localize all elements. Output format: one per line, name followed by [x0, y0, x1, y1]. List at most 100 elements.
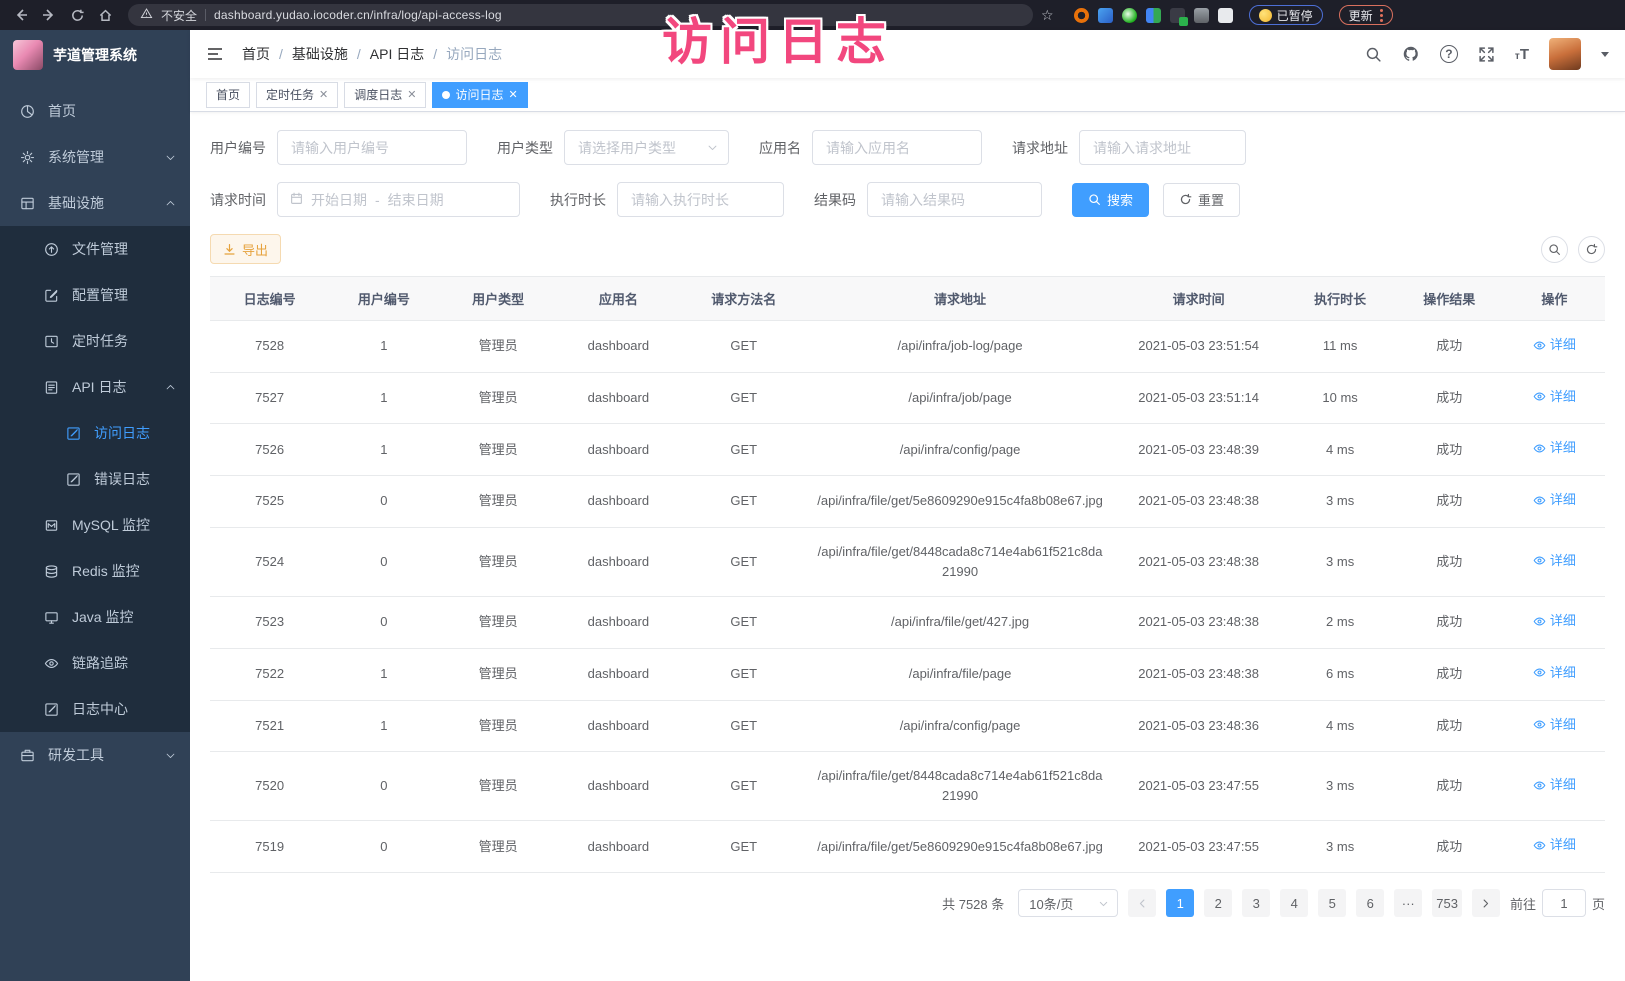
profile-paused-badge[interactable]: 已暂停 [1249, 5, 1323, 25]
app-logo[interactable]: 芋道管理系统 [0, 30, 190, 80]
duration-input[interactable] [617, 182, 784, 217]
sidebar-item-file[interactable]: 文件管理 [0, 226, 190, 272]
tag-access-log[interactable]: 访问日志✕ [432, 82, 527, 108]
page-button-5[interactable]: 5 [1318, 889, 1346, 917]
browser-reload-icon[interactable] [66, 4, 88, 26]
bookmark-star-icon[interactable]: ☆ [1041, 7, 1054, 24]
detail-link[interactable]: 详细 [1533, 715, 1576, 735]
update-label: 更新 [1349, 7, 1373, 24]
result-code-input[interactable] [867, 182, 1042, 217]
page-button-3[interactable]: 3 [1242, 889, 1270, 917]
detail-link[interactable]: 详细 [1533, 775, 1576, 795]
page-url[interactable]: dashboard.yudao.iocoder.cn/infra/log/api… [214, 8, 502, 22]
toolbox-icon [20, 748, 35, 763]
sidebar-item-redis[interactable]: Redis 监控 [0, 548, 190, 594]
page-more-button[interactable]: ··· [1394, 889, 1422, 917]
detail-link[interactable]: 详细 [1533, 551, 1576, 571]
sidebar-item-log-center[interactable]: 日志中心 [0, 686, 190, 732]
detail-link[interactable]: 详细 [1533, 611, 1576, 631]
tag-job[interactable]: 定时任务✕ [256, 82, 338, 108]
next-page-button[interactable] [1472, 889, 1500, 917]
detail-link[interactable]: 详细 [1533, 335, 1576, 355]
request-time-range-picker[interactable]: 开始日期 - 结束日期 [277, 182, 520, 217]
help-icon[interactable]: ? [1440, 45, 1458, 63]
hamburger-icon[interactable] [206, 45, 224, 63]
security-label: 不安全 [161, 7, 197, 24]
sidebar-item-job[interactable]: 定时任务 [0, 318, 190, 364]
table-row: 75250管理员dashboardGET/api/infra/file/get/… [210, 476, 1605, 528]
sidebar-item-error-log[interactable]: 错误日志 [0, 456, 190, 502]
browser-back-icon[interactable] [10, 4, 32, 26]
extension-icon[interactable] [1146, 8, 1161, 23]
browser-forward-icon[interactable] [38, 4, 60, 26]
sidebar-item-devtools[interactable]: 研发工具 [0, 732, 190, 778]
sidebar-item-java[interactable]: Java 监控 [0, 594, 190, 640]
extension-icon[interactable] [1098, 8, 1113, 23]
page-size-select[interactable]: 10条/页 [1018, 889, 1118, 917]
user-id-input[interactable] [277, 130, 467, 165]
detail-link[interactable]: 详细 [1533, 490, 1576, 510]
close-icon[interactable]: ✕ [509, 88, 518, 101]
browser-home-icon[interactable] [94, 4, 116, 26]
eye-icon [44, 656, 59, 671]
redis-stack-icon [44, 564, 59, 579]
font-size-icon[interactable]: тT [1515, 46, 1529, 63]
page-button-753[interactable]: 753 [1432, 889, 1462, 917]
breadcrumb-infra[interactable]: 基础设施 [292, 44, 348, 64]
app-name-input[interactable] [812, 130, 982, 165]
search-button[interactable]: 搜索 [1072, 183, 1149, 217]
toggle-search-button[interactable] [1541, 236, 1568, 263]
address-separator [205, 9, 206, 21]
close-icon[interactable]: ✕ [407, 88, 416, 101]
request-time-label: 请求时间 [210, 190, 266, 210]
sidebar-item-config[interactable]: 配置管理 [0, 272, 190, 318]
refresh-button[interactable] [1578, 236, 1605, 263]
breadcrumb-api-log[interactable]: API 日志 [370, 44, 424, 64]
page-button-1[interactable]: 1 [1166, 889, 1194, 917]
extension-icon[interactable] [1194, 8, 1209, 23]
filter-row-1: 用户编号 用户类型 请选择用户类型 应用名 请求地址 [210, 130, 1605, 165]
extension-icon[interactable] [1122, 8, 1137, 23]
address-bar[interactable]: 不安全 dashboard.yudao.iocoder.cn/infra/log… [128, 4, 1033, 26]
extensions-puzzle-icon[interactable] [1218, 8, 1233, 23]
sidebar-item-trace[interactable]: 链路追踪 [0, 640, 190, 686]
close-icon[interactable]: ✕ [319, 88, 328, 101]
prev-page-button[interactable] [1128, 889, 1156, 917]
request-url-input[interactable] [1079, 130, 1246, 165]
user-type-select[interactable]: 请选择用户类型 [564, 130, 729, 165]
browser-menu-icon[interactable] [1380, 9, 1383, 22]
export-button[interactable]: 导出 [210, 234, 281, 264]
pagination: 共 7528 条 10条/页 1 2 3 4 5 6 ··· 753 前往 页 [210, 889, 1605, 937]
sidebar-item-mysql[interactable]: MySQL 监控 [0, 502, 190, 548]
github-icon[interactable] [1402, 45, 1420, 63]
result-code-label: 结果码 [814, 190, 856, 210]
fullscreen-icon[interactable] [1478, 46, 1495, 63]
tag-job-log[interactable]: 调度日志✕ [344, 82, 426, 108]
sidebar-item-system[interactable]: 系统管理 [0, 134, 190, 180]
detail-link[interactable]: 详细 [1533, 438, 1576, 458]
sidebar-item-home[interactable]: 首页 [0, 88, 190, 134]
goto-page-input[interactable] [1542, 889, 1586, 917]
avatar-caret-icon[interactable] [1601, 52, 1609, 57]
extension-translate-icon[interactable] [1170, 8, 1185, 23]
extension-icon[interactable] [1074, 8, 1089, 23]
browser-update-button[interactable]: 更新 [1339, 5, 1393, 25]
page-button-4[interactable]: 4 [1280, 889, 1308, 917]
detail-link[interactable]: 详细 [1533, 835, 1576, 855]
sidebar-item-access-log[interactable]: 访问日志 [0, 410, 190, 456]
log-icon [44, 380, 59, 395]
page-button-2[interactable]: 2 [1204, 889, 1232, 917]
user-avatar[interactable] [1549, 38, 1581, 70]
page-button-6[interactable]: 6 [1356, 889, 1384, 917]
header-search-icon[interactable] [1365, 46, 1382, 63]
breadcrumb-home[interactable]: 首页 [242, 44, 270, 64]
not-secure-icon [140, 7, 153, 23]
detail-link[interactable]: 详细 [1533, 387, 1576, 407]
sidebar-item-api-log[interactable]: API 日志 [0, 364, 190, 410]
detail-link[interactable]: 详细 [1533, 663, 1576, 683]
gear-icon [20, 150, 35, 165]
upload-cloud-icon [44, 242, 59, 257]
reset-button[interactable]: 重置 [1163, 183, 1240, 217]
tag-home[interactable]: 首页 [206, 82, 250, 108]
sidebar-item-infra[interactable]: 基础设施 [0, 180, 190, 226]
